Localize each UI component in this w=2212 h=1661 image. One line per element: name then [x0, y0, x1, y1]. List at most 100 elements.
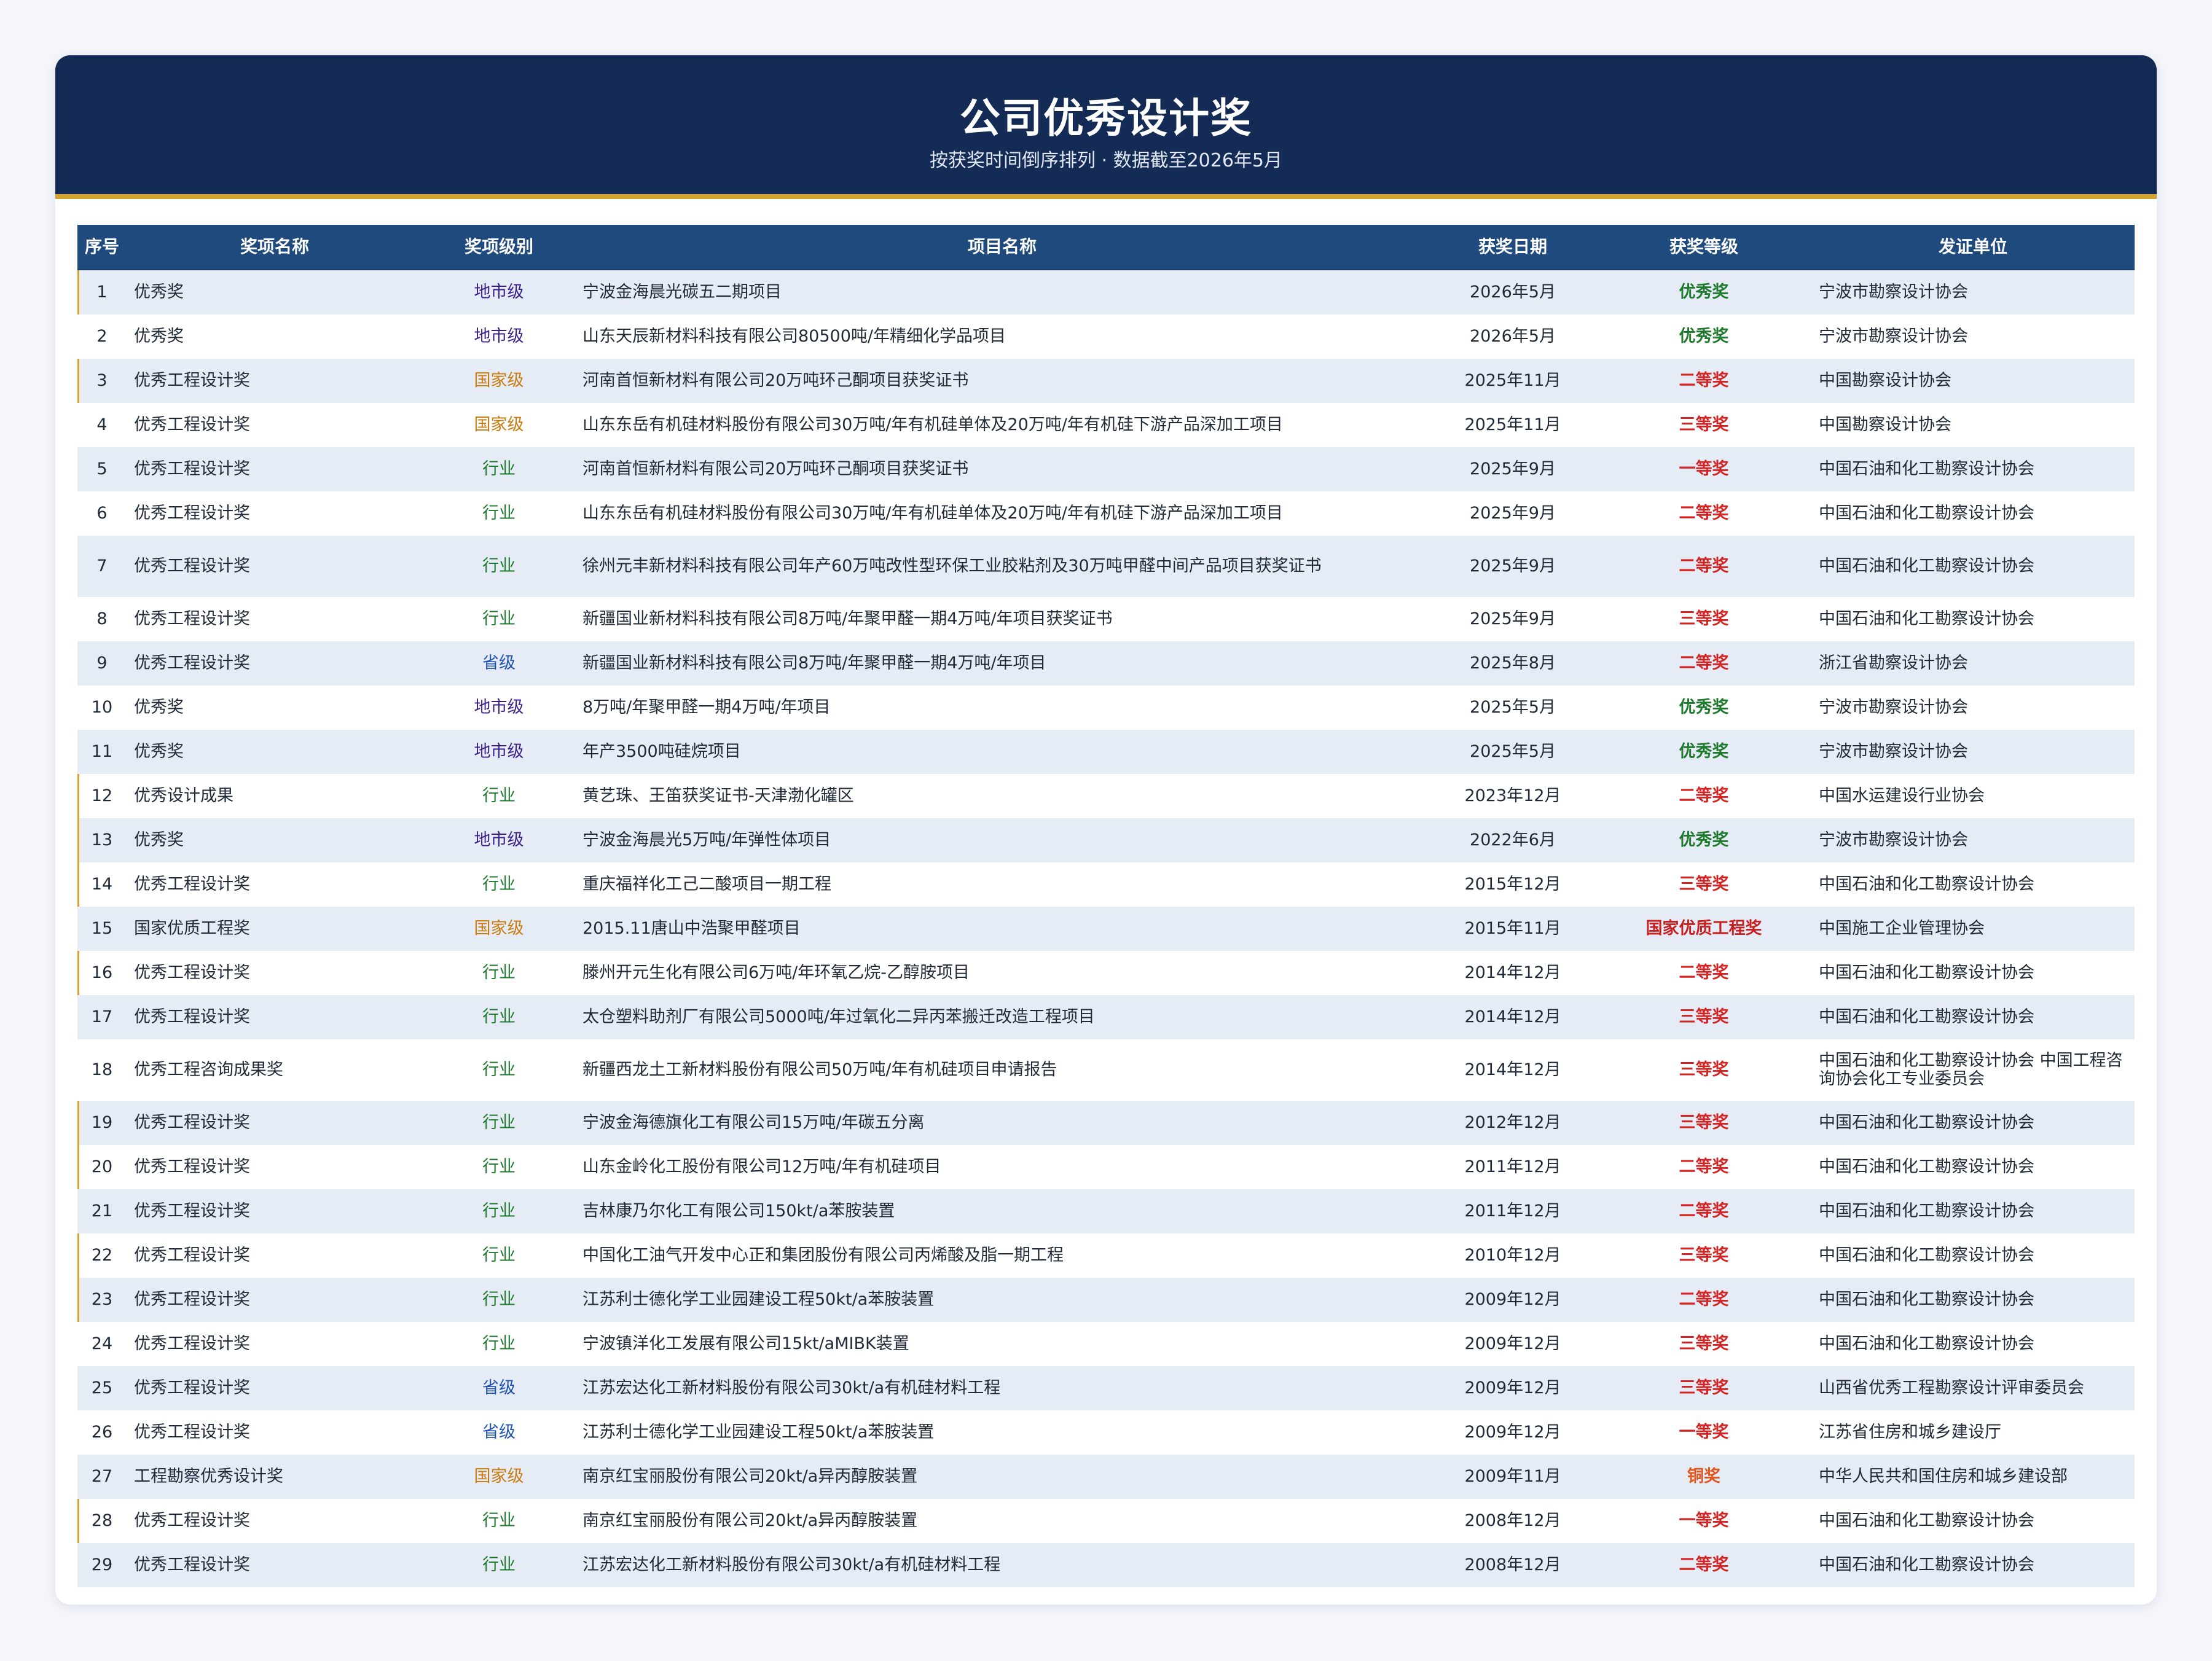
award-grade-text: 铜奖 — [1687, 1467, 1720, 1486]
row-number: 27 — [77, 1455, 127, 1499]
award-date-text: 2025年9月 — [1470, 557, 1556, 576]
award-grade-text: 二等奖 — [1679, 1290, 1729, 1309]
project-name: 南京红宝丽股份有限公司20kt/a异丙醇胺装置 — [575, 1499, 1429, 1543]
table-row: 6 优秀工程设计奖 行业 山东东岳有机硅材料股份有限公司30万吨/年有机硅单体及20万… — [77, 491, 2135, 536]
issuer: 中国石油和化工勘察设计协会 — [1811, 951, 2135, 995]
award-date-text: 2025年11月 — [1464, 371, 1561, 390]
award-date-text: 2025年8月 — [1470, 654, 1556, 673]
row-number-text: 9 — [96, 654, 108, 673]
award-grade-text: 二等奖 — [1679, 557, 1729, 576]
award-grade-text: 三等奖 — [1679, 1334, 1729, 1353]
award-name: 优秀工程设计奖 — [127, 995, 423, 1039]
issuer-text: 宁波市勘察设计协会 — [1819, 283, 1968, 302]
row-highlight-marker — [77, 1499, 79, 1543]
page-header: 公司优秀设计奖 按获奖时间倒序排列 · 数据截至2026年5月 — [55, 55, 2157, 199]
issuer-text: 中国石油和化工勘察设计协会 — [1819, 1007, 2034, 1026]
table-row: 7 优秀工程设计奖 行业 徐州元丰新材料科技有限公司年产60万吨改性型环保工业胶粘剂及… — [77, 536, 2135, 597]
award-date-text: 2014年12月 — [1464, 963, 1561, 982]
issuer-text: 中国施工企业管理协会 — [1819, 919, 1985, 938]
issuer-text: 江苏省住房和城乡建设厅 — [1819, 1423, 2001, 1442]
award-name: 优秀工程设计奖 — [127, 491, 423, 536]
award-grade: 三等奖 — [1596, 1322, 1811, 1366]
award-date-text: 2014年12月 — [1464, 1060, 1561, 1079]
award-date: 2009年11月 — [1429, 1455, 1596, 1499]
award-grade: 优秀奖 — [1596, 730, 1811, 774]
row-number: 11 — [77, 730, 127, 774]
column-header-level: 奖项级别 — [423, 225, 575, 270]
issuer: 中国勘察设计协会 — [1811, 359, 2135, 403]
award-grade-text: 一等奖 — [1679, 459, 1729, 479]
award-level-text: 地市级 — [474, 830, 524, 850]
award-date: 2014年12月 — [1429, 995, 1596, 1039]
project-name: 河南首恒新材料有限公司20万吨环己酮项目获奖证书 — [575, 359, 1429, 403]
row-highlight-marker — [77, 951, 79, 995]
award-name-text: 工程勘察优秀设计奖 — [134, 1467, 283, 1486]
award-grade-text: 三等奖 — [1679, 875, 1729, 894]
issuer: 中国石油和化工勘察设计协会 — [1811, 1543, 2135, 1587]
project-name: 宁波金海德旗化工有限公司15万吨/年碳五分离 — [575, 1101, 1429, 1145]
project-name: 太仓塑料助剂厂有限公司5000吨/年过氧化二异丙苯搬迁改造工程项目 — [575, 995, 1429, 1039]
award-grade: 铜奖 — [1596, 1455, 1811, 1499]
award-grade: 二等奖 — [1596, 774, 1811, 818]
row-number: 9 — [77, 641, 127, 686]
award-date: 2009年12月 — [1429, 1410, 1596, 1455]
project-name: 2015.11唐山中浩聚甲醛项目 — [575, 907, 1429, 951]
project-name: 吉林康乃尔化工有限公司150kt/a苯胺装置 — [575, 1189, 1429, 1233]
award-grade: 二等奖 — [1596, 491, 1811, 536]
award-grade: 优秀奖 — [1596, 315, 1811, 359]
row-number-text: 13 — [91, 830, 113, 850]
row-number: 13 — [77, 818, 127, 862]
project-name-text: 江苏利士德化学工业园建设工程50kt/a苯胺装置 — [582, 1290, 935, 1309]
award-grade-text: 二等奖 — [1679, 963, 1729, 982]
project-name-text: 8万吨/年聚甲醛一期4万吨/年项目 — [582, 698, 831, 717]
award-name-text: 优秀工程设计奖 — [134, 459, 250, 479]
award-level-text: 行业 — [482, 1202, 516, 1221]
row-number: 24 — [77, 1322, 127, 1366]
project-name-text: 重庆福祥化工己二酸项目一期工程 — [582, 875, 831, 894]
award-date: 2009年12月 — [1429, 1322, 1596, 1366]
award-level: 地市级 — [423, 686, 575, 730]
award-name-text: 优秀工程设计奖 — [134, 1113, 250, 1132]
table-header-row: 序号 奖项名称 奖项级别 项目名称 获奖日期 获奖等级 发证单位 — [77, 225, 2135, 270]
award-date: 2009年12月 — [1429, 1366, 1596, 1410]
award-date: 2026年5月 — [1429, 270, 1596, 315]
award-name-text: 国家优质工程奖 — [134, 919, 250, 938]
award-grade-text: 二等奖 — [1679, 1555, 1729, 1574]
award-date-text: 2009年12月 — [1464, 1423, 1561, 1442]
award-level-text: 地市级 — [474, 327, 524, 346]
row-number: 17 — [77, 995, 127, 1039]
award-level-text: 行业 — [482, 557, 516, 576]
issuer: 中国水运建设行业协会 — [1811, 774, 2135, 818]
row-number: 26 — [77, 1410, 127, 1455]
project-name: 江苏利士德化学工业园建设工程50kt/a苯胺装置 — [575, 1410, 1429, 1455]
project-name-text: 江苏宏达化工新材料股份有限公司30kt/a有机硅材料工程 — [582, 1378, 1001, 1397]
project-name-text: 徐州元丰新材料科技有限公司年产60万吨改性型环保工业胶粘剂及30万吨甲醛中间产品… — [582, 557, 1322, 576]
award-level-text: 行业 — [482, 1290, 516, 1309]
table-row: 10 优秀奖 地市级 8万吨/年聚甲醛一期4万吨/年项目 2025年5月 优秀奖 宁波市勘察… — [77, 686, 2135, 730]
award-level-text: 地市级 — [474, 698, 524, 717]
award-level: 行业 — [423, 995, 575, 1039]
award-grade: 二等奖 — [1596, 1543, 1811, 1587]
award-grade: 一等奖 — [1596, 1499, 1811, 1543]
project-name: 南京红宝丽股份有限公司20kt/a异丙醇胺装置 — [575, 1455, 1429, 1499]
award-name-text: 优秀工程设计奖 — [134, 415, 250, 434]
award-level: 国家级 — [423, 359, 575, 403]
project-name-text: 黄艺珠、王笛获奖证书-天津渤化罐区 — [582, 786, 854, 805]
project-name: 山东金岭化工股份有限公司12万吨/年有机硅项目 — [575, 1145, 1429, 1189]
award-name-text: 优秀工程设计奖 — [134, 371, 250, 390]
award-grade: 三等奖 — [1596, 1039, 1811, 1101]
page-title: 公司优秀设计奖 — [960, 95, 1252, 142]
issuer-text: 浙江省勘察设计协会 — [1819, 654, 1968, 673]
table-row: 23 优秀工程设计奖 行业 江苏利士德化学工业园建设工程50kt/a苯胺装置 2009年… — [77, 1278, 2135, 1322]
row-highlight-marker — [77, 1278, 79, 1322]
row-number: 12 — [77, 774, 127, 818]
award-date: 2015年12月 — [1429, 862, 1596, 907]
award-name-text: 优秀工程设计奖 — [134, 1157, 250, 1176]
award-name-text: 优秀工程设计奖 — [134, 1007, 250, 1026]
award-level-text: 行业 — [482, 786, 516, 805]
row-number-text: 10 — [91, 698, 113, 717]
table-row: 12 优秀设计成果 行业 黄艺珠、王笛获奖证书-天津渤化罐区 2023年12月 二等奖 中国… — [77, 774, 2135, 818]
award-date: 2025年9月 — [1429, 447, 1596, 491]
award-grade-text: 二等奖 — [1679, 786, 1729, 805]
award-grade: 三等奖 — [1596, 1233, 1811, 1278]
